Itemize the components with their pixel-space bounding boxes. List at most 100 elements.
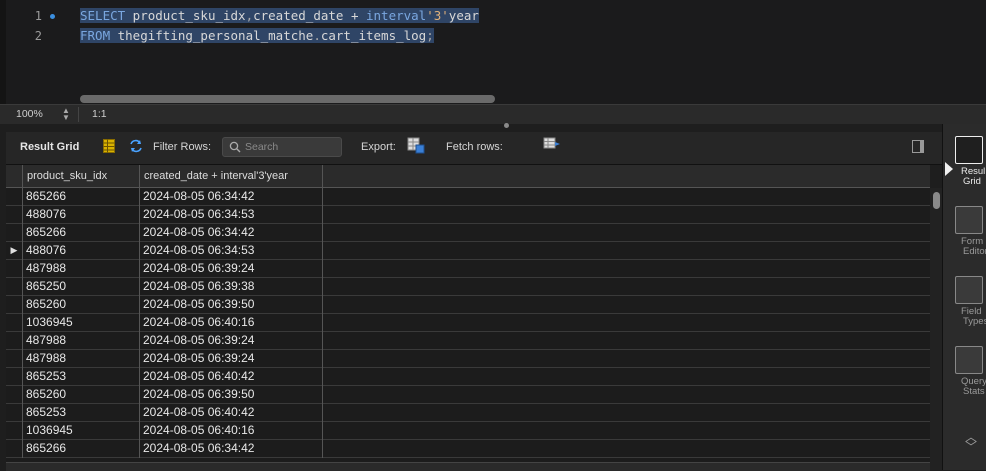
side-panel-item[interactable]: Field Types (955, 276, 986, 327)
table-row[interactable]: ▶ 488076 2024-08-05 06:34:53 (6, 242, 930, 260)
export-label: Export: (361, 141, 396, 153)
side-panel-item[interactable]: Form Editor (955, 206, 986, 257)
cell-created-date[interactable]: 2024-08-05 06:34:42 (140, 188, 323, 206)
cell-product-sku-idx[interactable]: 865253 (23, 404, 140, 422)
editor-status-bar: 100% ▲ ▼ 1:1 (0, 104, 986, 125)
cell-created-date[interactable]: 2024-08-05 06:39:38 (140, 278, 323, 296)
cell-created-date[interactable]: 2024-08-05 06:40:42 (140, 404, 323, 422)
table-row[interactable]: 865253 2024-08-05 06:40:42 (6, 404, 930, 422)
cell-created-date[interactable]: 2024-08-05 06:34:42 (140, 440, 323, 458)
panel-scroll-chevrons-icon[interactable]: ︿ ﹀ (965, 431, 977, 453)
table-row[interactable]: 865260 2024-08-05 06:39:50 (6, 296, 930, 314)
splitter-handle-icon[interactable] (504, 123, 509, 128)
row-header[interactable] (6, 332, 23, 350)
filter-rows-label: Filter Rows: (153, 141, 212, 153)
export-icon[interactable] (407, 137, 425, 157)
table-row[interactable]: 865253 2024-08-05 06:40:42 (6, 368, 930, 386)
editor-line-1[interactable]: 1 SELECT product_sku_idx,created_date + … (0, 6, 986, 26)
cell-product-sku-idx[interactable]: 865253 (23, 368, 140, 386)
code-token: interval (366, 8, 427, 23)
cell-created-date[interactable]: 2024-08-05 06:39:24 (140, 350, 323, 368)
refresh-icon[interactable] (128, 139, 144, 156)
column-header-product-sku-idx[interactable]: product_sku_idx (23, 165, 140, 187)
result-grid[interactable]: product_sku_idx created_date + interval'… (6, 165, 930, 470)
table-row[interactable]: 865266 2024-08-05 06:34:42 (6, 440, 930, 458)
row-header[interactable] (6, 224, 23, 242)
row-header[interactable] (6, 260, 23, 278)
cell-product-sku-idx[interactable]: 865266 (23, 224, 140, 242)
grid-vertical-scrollbar[interactable] (930, 188, 942, 470)
filter-rows-search-input[interactable]: Search (222, 137, 342, 157)
form-editor-icon (955, 206, 983, 234)
cell-created-date[interactable]: 2024-08-05 06:40:42 (140, 368, 323, 386)
cell-product-sku-idx[interactable]: 865266 (23, 188, 140, 206)
table-row[interactable]: 487988 2024-08-05 06:39:24 (6, 332, 930, 350)
cell-product-sku-idx[interactable]: 865260 (23, 296, 140, 314)
statement-marker-icon (50, 14, 55, 19)
cell-product-sku-idx[interactable]: 487988 (23, 350, 140, 368)
sql-editor[interactable]: 1 SELECT product_sku_idx,created_date + … (0, 0, 986, 104)
table-row[interactable]: 865266 2024-08-05 06:34:42 (6, 224, 930, 242)
cell-created-date[interactable]: 2024-08-05 06:39:24 (140, 260, 323, 278)
row-header[interactable] (6, 422, 23, 440)
cell-product-sku-idx[interactable]: 487988 (23, 332, 140, 350)
cell-product-sku-idx[interactable]: 865266 (23, 440, 140, 458)
cell-created-date[interactable]: 2024-08-05 06:39:50 (140, 386, 323, 404)
table-row[interactable]: 1036945 2024-08-05 06:40:16 (6, 314, 930, 332)
code-token: thegifting_personal_matche (110, 28, 314, 43)
grid-view-icon[interactable] (103, 139, 115, 156)
table-row[interactable]: 865266 2024-08-05 06:34:42 (6, 188, 930, 206)
table-row[interactable]: 865260 2024-08-05 06:39:50 (6, 386, 930, 404)
grid-scrollbar-thumb[interactable] (933, 192, 940, 209)
cell-product-sku-idx[interactable]: 865250 (23, 278, 140, 296)
side-panel-label: Stats (963, 386, 985, 397)
row-header[interactable] (6, 368, 23, 386)
code-token: created_date (253, 8, 344, 23)
row-header[interactable] (6, 350, 23, 368)
side-panel-item[interactable]: Resul Grid (955, 136, 986, 187)
table-row[interactable]: 487988 2024-08-05 06:39:24 (6, 260, 930, 278)
table-row[interactable]: 865250 2024-08-05 06:39:38 (6, 278, 930, 296)
row-header[interactable] (6, 206, 23, 224)
cell-created-date[interactable]: 2024-08-05 06:39:24 (140, 332, 323, 350)
code-token: cart_items_log (320, 28, 427, 43)
cell-created-date[interactable]: 2024-08-05 06:40:16 (140, 422, 323, 440)
panel-splitter[interactable] (0, 124, 986, 132)
fetch-rows-icon[interactable] (543, 137, 561, 155)
cell-product-sku-idx[interactable]: 865260 (23, 386, 140, 404)
cell-created-date[interactable]: 2024-08-05 06:40:16 (140, 314, 323, 332)
current-row-arrow-icon[interactable]: ▶ (6, 242, 23, 260)
code-token: . (313, 28, 321, 43)
table-row[interactable]: 1036945 2024-08-05 06:40:16 (6, 422, 930, 440)
code-text[interactable]: SELECT product_sku_idx,created_date + in… (80, 6, 479, 26)
cell-product-sku-idx[interactable]: 1036945 (23, 314, 140, 332)
row-header[interactable] (6, 278, 23, 296)
toggle-panel-icon[interactable] (912, 140, 924, 156)
zoom-stepper-icon[interactable]: ▲ ▼ (60, 107, 72, 122)
cell-product-sku-idx[interactable]: 488076 (23, 242, 140, 260)
code-token: product_sku_idx (125, 8, 246, 23)
cell-created-date[interactable]: 2024-08-05 06:34:53 (140, 206, 323, 224)
table-row[interactable]: 488076 2024-08-05 06:34:53 (6, 206, 930, 224)
result-grid-label[interactable]: Result Grid (20, 141, 79, 153)
cell-created-date[interactable]: 2024-08-05 06:34:53 (140, 242, 323, 260)
side-panel-item[interactable]: Query Stats (955, 346, 986, 397)
row-header[interactable] (6, 314, 23, 332)
code-text[interactable]: FROM thegifting_personal_matche.cart_ite… (80, 26, 434, 46)
cell-created-date[interactable]: 2024-08-05 06:34:42 (140, 224, 323, 242)
editor-horizontal-scrollbar[interactable] (80, 95, 495, 103)
cell-product-sku-idx[interactable]: 487988 (23, 260, 140, 278)
column-header-created-date[interactable]: created_date + interval'3'year (140, 165, 323, 187)
cell-product-sku-idx[interactable]: 488076 (23, 206, 140, 224)
result-side-panel: Resul Grid Form Editor Field Types Query Stats … (942, 124, 986, 470)
row-header[interactable] (6, 440, 23, 458)
table-row[interactable]: 487988 2024-08-05 06:39:24 (6, 350, 930, 368)
row-header[interactable] (6, 404, 23, 422)
query-stats-icon (955, 346, 983, 374)
cell-created-date[interactable]: 2024-08-05 06:39:50 (140, 296, 323, 314)
row-header[interactable] (6, 386, 23, 404)
editor-line-2[interactable]: 2 FROM thegifting_personal_matche.cart_i… (0, 26, 986, 46)
row-header[interactable] (6, 296, 23, 314)
cell-product-sku-idx[interactable]: 1036945 (23, 422, 140, 440)
row-header[interactable] (6, 188, 23, 206)
